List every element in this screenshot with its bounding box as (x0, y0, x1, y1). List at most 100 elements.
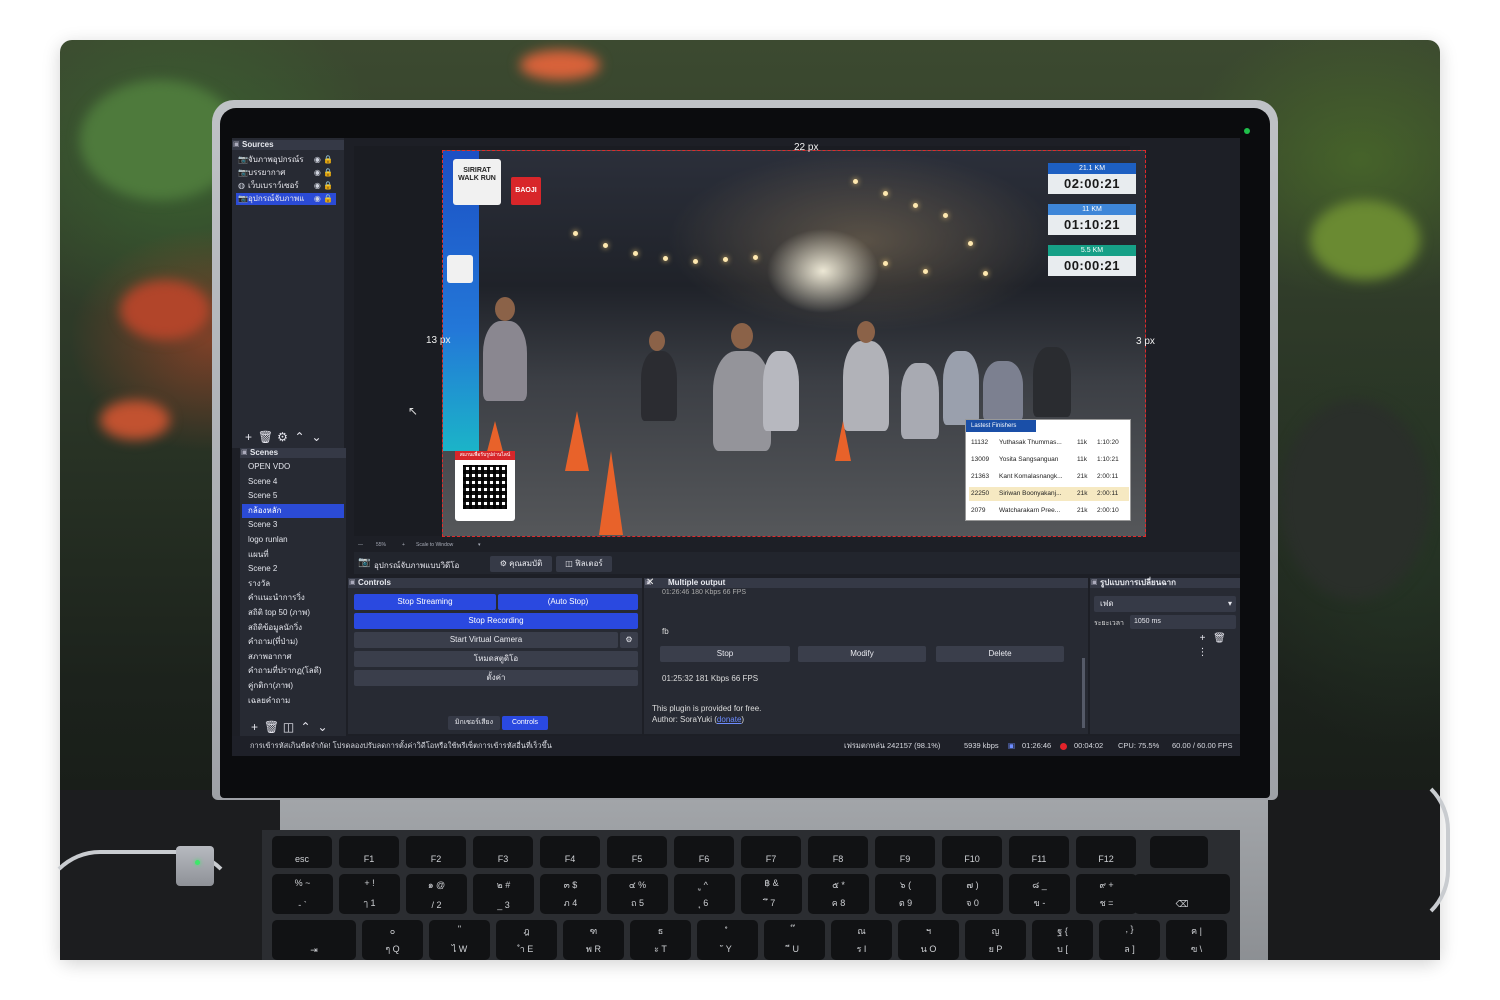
filter-icon[interactable]: ◫ (280, 720, 297, 734)
keyboard-key[interactable]: ฎำ E (496, 920, 557, 960)
keyboard-key[interactable]: ๊ี U (764, 920, 825, 960)
key-f2[interactable]: F2 (406, 836, 466, 868)
studio-mode-button[interactable]: โหมดสตูดิโอ (354, 651, 638, 667)
output-scrollbar[interactable] (1082, 658, 1085, 728)
keyboard-key[interactable]: ฑพ R (563, 920, 624, 960)
key-esc[interactable]: esc (272, 836, 332, 868)
scene-item[interactable]: คำถามที่ปรากฏ(โลดี) (242, 664, 344, 679)
gear-icon[interactable]: ⚙ (274, 430, 291, 444)
scene-item[interactable]: รางวัล (242, 577, 344, 592)
scene-item[interactable]: OPEN VDO (242, 460, 344, 475)
zoom-in-icon[interactable]: + (402, 542, 405, 548)
visibility-eye-icon[interactable]: ◉ 🔒 (314, 193, 333, 205)
keyboard-key[interactable]: ญย P (965, 920, 1026, 960)
scene-item[interactable]: เฉลยคำถาม (242, 694, 344, 709)
scene-item[interactable]: Scene 2 (242, 562, 344, 577)
keyboard-key[interactable]: ๗ ) จ 0 (942, 874, 1003, 914)
scale-mode-dropdown-icon[interactable]: ▾ (478, 542, 481, 548)
keyboard-key[interactable]: , } ล ] (1099, 920, 1160, 960)
source-item[interactable]: 📷 อุปกรณ์จับภาพแ ◉ 🔒 (236, 193, 336, 205)
scene-item[interactable]: สถิติ top 50 (ภาพ) (242, 606, 344, 621)
keyboard-key[interactable]: ฿ &ึ 7 (741, 874, 802, 914)
scene-item[interactable]: สภาพอากาศ (242, 650, 344, 665)
output-modify-button[interactable]: Modify (798, 646, 926, 662)
keyboard-key[interactable]: ๑ @ / 2 (406, 874, 467, 914)
key-f3[interactable]: F3 (473, 836, 533, 868)
scale-mode[interactable]: Scale to Window (416, 542, 453, 548)
start-virtual-camera-button[interactable]: Start Virtual Camera (354, 632, 618, 648)
scene-item[interactable]: แผนที่ (242, 548, 344, 563)
key-f11[interactable]: F11 (1009, 836, 1069, 868)
keyboard-key[interactable]: ๒ # _ 3 (473, 874, 534, 914)
key-f9[interactable]: F9 (875, 836, 935, 868)
zoom-out-icon[interactable]: — (358, 542, 363, 548)
chevron-up-icon[interactable]: ⌃ (291, 430, 308, 444)
keyboard-key[interactable]: ํั Y (697, 920, 758, 960)
keyboard-key[interactable]: + ! ๅ 1 (339, 874, 400, 914)
source-item[interactable]: 📷 บรรยากาศ ◉ 🔒 (236, 167, 336, 179)
output-stop-button[interactable]: Stop (660, 646, 790, 662)
keyboard-key[interactable]: ๔ % ถ 5 (607, 874, 668, 914)
source-item[interactable]: 📷 จับภาพอุปกรณ์ร ◉ 🔒 (236, 154, 336, 166)
duration-input[interactable]: 1050 ms (1130, 615, 1236, 629)
keyboard-key[interactable]: ๙ + ช = (1076, 874, 1137, 914)
properties-button[interactable]: ⚙ คุณสมบัติ (490, 556, 552, 572)
trash-icon[interactable]: 🗑 (263, 720, 280, 734)
chevron-down-icon[interactable]: ⌄ (314, 720, 331, 734)
transition-select[interactable]: เฟด ▾ (1094, 596, 1236, 612)
trash-icon[interactable]: 🗑 (257, 430, 274, 444)
key-f10[interactable]: F10 (942, 836, 1002, 868)
scene-item[interactable]: สถิติข้อมูลนักวิ่ง (242, 621, 344, 636)
key-f7[interactable]: F7 (741, 836, 801, 868)
scene-item[interactable]: กล้องหลัก (242, 503, 344, 519)
scene-item[interactable]: logo runlan (242, 533, 344, 548)
keyboard-key[interactable]: " ไ W (429, 920, 490, 960)
keyboard-key[interactable]: ๘ _ ข - (1009, 874, 1070, 914)
keyboard-key[interactable]: % ~ - ` (272, 874, 333, 914)
key-f12[interactable]: F12 (1076, 836, 1136, 868)
tab-audio-mixer[interactable]: มิกเซอร์เสียง (448, 716, 500, 730)
stop-recording-button[interactable]: Stop Recording (354, 613, 638, 629)
filters-button[interactable]: ◫ ฟิลเตอร์ (556, 556, 612, 572)
touch-id-key[interactable] (1150, 836, 1208, 868)
keyboard-key[interactable]: ๓ $ ภ 4 (540, 874, 601, 914)
virtual-camera-settings-gear-icon[interactable]: ⚙ (620, 632, 638, 648)
visibility-eye-icon[interactable]: ◉ 🔒 (314, 154, 333, 166)
keyboard-key[interactable]: ฐ {บ [ (1032, 920, 1093, 960)
keyboard-key[interactable]: ู ^ุ 6 (674, 874, 735, 914)
stop-streaming-button[interactable]: Stop Streaming (354, 594, 496, 610)
keyboard-key[interactable]: ๕ * ค 8 (808, 874, 869, 914)
chevron-down-icon[interactable]: ⌄ (308, 430, 325, 444)
key-f8[interactable]: F8 (808, 836, 868, 868)
keyboard-key[interactable]: ณร I (831, 920, 892, 960)
keyboard-key[interactable]: ฅ | ฃ \ (1166, 920, 1227, 960)
close-icon[interactable]: ✕ (646, 578, 654, 588)
donate-link[interactable]: donate (717, 715, 741, 724)
visibility-eye-icon[interactable]: ◉ 🔒 (314, 180, 333, 192)
keyboard-key[interactable]: ฯน O (898, 920, 959, 960)
source-item[interactable]: ◍ เว็บเบราว์เซอร์ ◉ 🔒 (236, 180, 336, 192)
tab-key[interactable]: ⇥ (272, 920, 356, 960)
keyboard-key[interactable]: ธะ T (630, 920, 691, 960)
key-f1[interactable]: F1 (339, 836, 399, 868)
scene-item[interactable]: Scene 4 (242, 475, 344, 490)
trash-icon[interactable]: 🗑 (1211, 632, 1228, 646)
preview-canvas[interactable]: SIRIRAT WALK RUN BAOJI สแกนเพื่อรับรูปผ่… (442, 150, 1146, 537)
auto-stop-button[interactable]: (Auto Stop) (498, 594, 638, 610)
output-delete-button[interactable]: Delete (936, 646, 1064, 662)
add-icon[interactable]: + (1194, 632, 1211, 646)
add-icon[interactable]: + (246, 720, 263, 734)
settings-button[interactable]: ตั้งค่า (354, 670, 638, 686)
scene-item[interactable]: คู่กติกา(ภาพ) (242, 679, 344, 694)
delete-key[interactable]: ⌫ (1134, 874, 1230, 914)
scene-item[interactable]: Scene 3 (242, 518, 344, 533)
tab-controls[interactable]: Controls (502, 716, 548, 730)
chevron-up-icon[interactable]: ⌃ (297, 720, 314, 734)
visibility-eye-icon[interactable]: ◉ 🔒 (314, 167, 333, 179)
keyboard-key[interactable]: ๐ๆ Q (362, 920, 423, 960)
key-f6[interactable]: F6 (674, 836, 734, 868)
add-icon[interactable]: + (240, 430, 257, 444)
scene-item[interactable]: คำถาม(ที่ป่าม) (242, 635, 344, 650)
more-icon[interactable]: ⋮ (1194, 646, 1211, 660)
scene-item[interactable]: Scene 5 (242, 489, 344, 504)
